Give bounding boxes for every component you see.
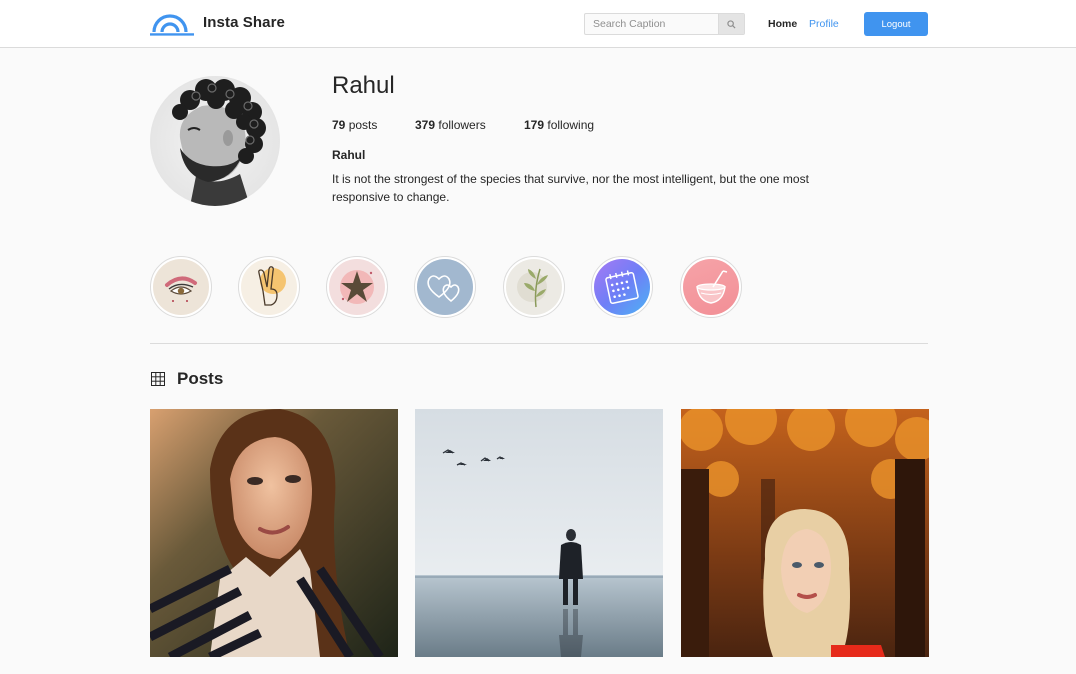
story-highlight-6[interactable] [591, 256, 653, 318]
post-thumbnail-1[interactable] [150, 409, 398, 657]
nav-home-link[interactable]: Home [768, 18, 797, 30]
grid-icon [151, 372, 165, 386]
eye-makeup-icon [165, 276, 197, 302]
post-thumbnail-2[interactable] [415, 409, 663, 657]
section-divider [150, 343, 928, 344]
story-highlight-7[interactable] [680, 256, 742, 318]
following-count: 179 [524, 118, 545, 132]
posts-count: 79 [332, 118, 346, 132]
story-highlight-2[interactable] [238, 256, 300, 318]
top-navbar: Insta Share Home Profile Logout [0, 0, 1076, 48]
hearts-icon [427, 275, 460, 303]
profile-avatar [150, 76, 280, 206]
search-input[interactable] [585, 14, 719, 34]
following-stat[interactable]: 179 following [524, 118, 594, 132]
drink-icon [696, 270, 728, 304]
nav-profile-link[interactable]: Profile [809, 18, 839, 30]
search-bar [584, 13, 745, 35]
leaf-icon [517, 268, 548, 308]
post-thumbnail-3[interactable] [681, 409, 929, 657]
story-highlight-5[interactable] [503, 256, 565, 318]
profile-display-name: Rahul [332, 148, 366, 162]
profile-bio: It is not the strongest of the species t… [332, 172, 809, 204]
story-highlight-1[interactable] [150, 256, 212, 318]
peace-hand-icon [258, 266, 286, 306]
logout-button[interactable]: Logout [864, 12, 928, 36]
story-highlight-4[interactable] [414, 256, 476, 318]
profile-username: Rahul [332, 72, 395, 99]
posts-stat: 79 posts [332, 118, 377, 132]
followers-stat[interactable]: 379 followers [415, 118, 486, 132]
calendar-icon [605, 270, 639, 305]
star-icon [340, 270, 374, 304]
posts-label: posts [348, 118, 378, 132]
followers-count: 379 [415, 118, 436, 132]
following-label: following [547, 118, 595, 132]
posts-title: Posts [177, 369, 224, 388]
search-icon [727, 19, 736, 29]
story-highlight-3[interactable] [326, 256, 388, 318]
followers-label: followers [438, 118, 486, 132]
insta-share-logo[interactable] [150, 12, 194, 36]
search-button[interactable] [718, 14, 744, 34]
app-title: Insta Share [203, 14, 285, 31]
